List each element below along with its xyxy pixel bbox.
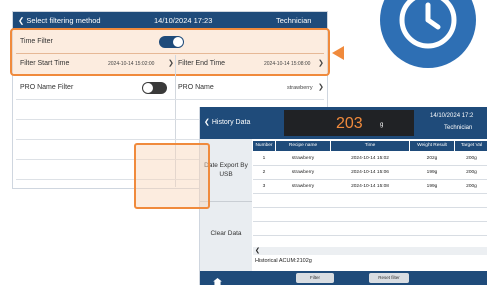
home-label: Home <box>212 290 222 294</box>
reset-filter-button[interactable]: Reset filter <box>369 273 409 283</box>
history-header: ❮ History Data 203 g 14/10/2024 17:2 Tec… <box>200 107 487 139</box>
horizontal-scrollbar[interactable]: ❮ <box>253 247 487 255</box>
table-cell: strawberry <box>291 184 315 189</box>
history-role: Technician <box>444 125 473 131</box>
table-cell: 199g <box>426 170 438 175</box>
filter-button[interactable]: Filter <box>296 273 334 283</box>
history-back-label: History Data <box>211 119 251 126</box>
table-cell: 2024-10-14 15:08 <box>351 184 389 189</box>
home-icon <box>212 278 222 285</box>
weight-unit: g <box>380 122 384 128</box>
pro-name-row[interactable]: PRO Name strawberry ❯ <box>175 78 326 98</box>
history-back-button[interactable]: ❮ History Data <box>204 118 250 126</box>
historical-summary: Historical ACUM:2102g <box>255 258 312 264</box>
chevron-left-icon: ❮ <box>204 119 210 126</box>
history-data-screen: ❮ History Data 203 g 14/10/2024 17:2 Tec… <box>199 107 487 294</box>
chevron-right-icon: ❯ <box>168 60 174 67</box>
home-button[interactable]: Home <box>206 272 228 294</box>
weight-value: 203 <box>336 115 363 132</box>
table-cell: 2024-10-14 15:02 <box>351 156 389 161</box>
filter-end-label: Filter End Time <box>178 60 226 67</box>
history-bottom-bar: Home Filter Reset filter <box>200 271 487 294</box>
col-number: Number <box>253 141 275 151</box>
pro-name-value: strawberry <box>287 85 313 91</box>
table-cell: 2024-10-14 15:06 <box>351 170 389 175</box>
history-datetime: 14/10/2024 17:2 <box>430 113 474 119</box>
table-cell: strawberry <box>291 156 315 161</box>
clear-data-button[interactable]: Clear Data <box>202 229 250 238</box>
col-time: Time <box>331 141 409 151</box>
pro-name-label: PRO Name <box>178 84 214 91</box>
pro-name-filter-label: PRO Name Filter <box>20 84 74 91</box>
time-column-highlight <box>134 143 210 209</box>
pro-name-filter-row: PRO Name Filter <box>12 78 175 98</box>
weight-display: 203 g <box>284 110 414 136</box>
col-recipe: Recipe name <box>276 141 330 151</box>
chevron-left-icon: ❮ <box>255 248 261 254</box>
filter-end-row[interactable]: Filter End Time 2024-10-14 15:08:00 ❯ <box>175 54 326 74</box>
table-cell: 202g <box>426 156 438 161</box>
chevron-right-icon: ❯ <box>318 60 324 67</box>
arrow-left-icon <box>332 46 344 60</box>
table-cell: 200g <box>466 170 477 175</box>
filter-end-value: 2024-10-14 15:08:00 <box>264 61 311 67</box>
table-cell: 3 <box>262 184 266 189</box>
filter-start-label: Filter Start Time <box>20 60 70 67</box>
table-cell: 199g <box>426 184 438 189</box>
table-cell: 1 <box>262 156 266 161</box>
table-cell: strawberry <box>291 170 315 175</box>
time-filter-toggle[interactable] <box>159 36 184 48</box>
clock-icon <box>380 0 476 68</box>
filter-start-value: 2024-10-14 15:02:00 <box>108 61 155 67</box>
chevron-right-icon: ❯ <box>318 84 324 91</box>
col-weight: Weight Result <box>410 141 454 151</box>
pro-name-filter-toggle[interactable] <box>142 82 167 94</box>
time-filter-label: Time Filter <box>20 38 53 45</box>
table-cell: 2 <box>262 170 266 175</box>
filter-start-row[interactable]: Filter Start Time 2024-10-14 15:02:00 ❯ <box>12 54 175 74</box>
table-cell: 200g <box>466 184 477 189</box>
time-filter-row: Time Filter <box>12 32 326 52</box>
table-cell: 200g <box>466 156 477 161</box>
col-target: Target Val <box>455 141 487 151</box>
